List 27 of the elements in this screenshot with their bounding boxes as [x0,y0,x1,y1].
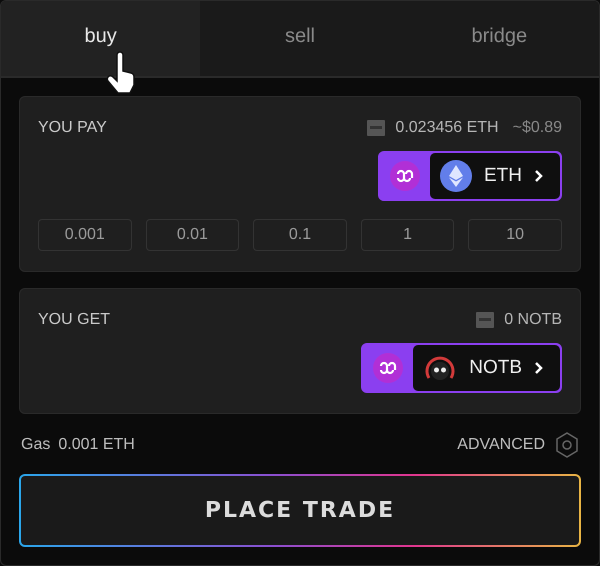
balance-text: 0 NOTB [504,311,562,329]
usd-value: ~$0.89 [512,119,562,137]
section-label: YOU PAY [38,119,107,137]
token-selector-button[interactable]: NOTB [361,343,562,393]
section-label: YOU GET [38,311,110,329]
amount-preset-button[interactable]: 0.001 [38,219,132,251]
chain-link-icon [390,161,420,191]
amount-preset-button[interactable]: 0.01 [146,219,240,251]
hexagon-icon [555,432,579,458]
amount-preset-button[interactable]: 1 [360,219,454,251]
chevron-right-icon [534,361,544,375]
advanced-button[interactable]: ADVANCED [457,432,579,458]
diamond-coin-icon [440,160,472,192]
gas-value: 0.001 ETH [58,436,135,453]
token-selector-button[interactable]: ETH [378,151,562,201]
balance-text: 0.023456 ETH [395,119,499,137]
wallet-icon [476,312,494,328]
tab[interactable]: bridge [400,1,599,76]
gas-label: Gas [21,436,50,453]
hand-cursor-icon [105,51,137,95]
tab[interactable]: sell [200,1,400,76]
amount-preset-button[interactable]: 0.1 [253,219,347,251]
chain-link-icon [373,353,404,383]
chevron-right-icon [534,169,544,183]
wallet-icon [367,120,386,136]
amount-preset-button[interactable]: 10 [468,219,562,251]
place-trade-button[interactable]: PLACE TRADE [19,474,581,547]
